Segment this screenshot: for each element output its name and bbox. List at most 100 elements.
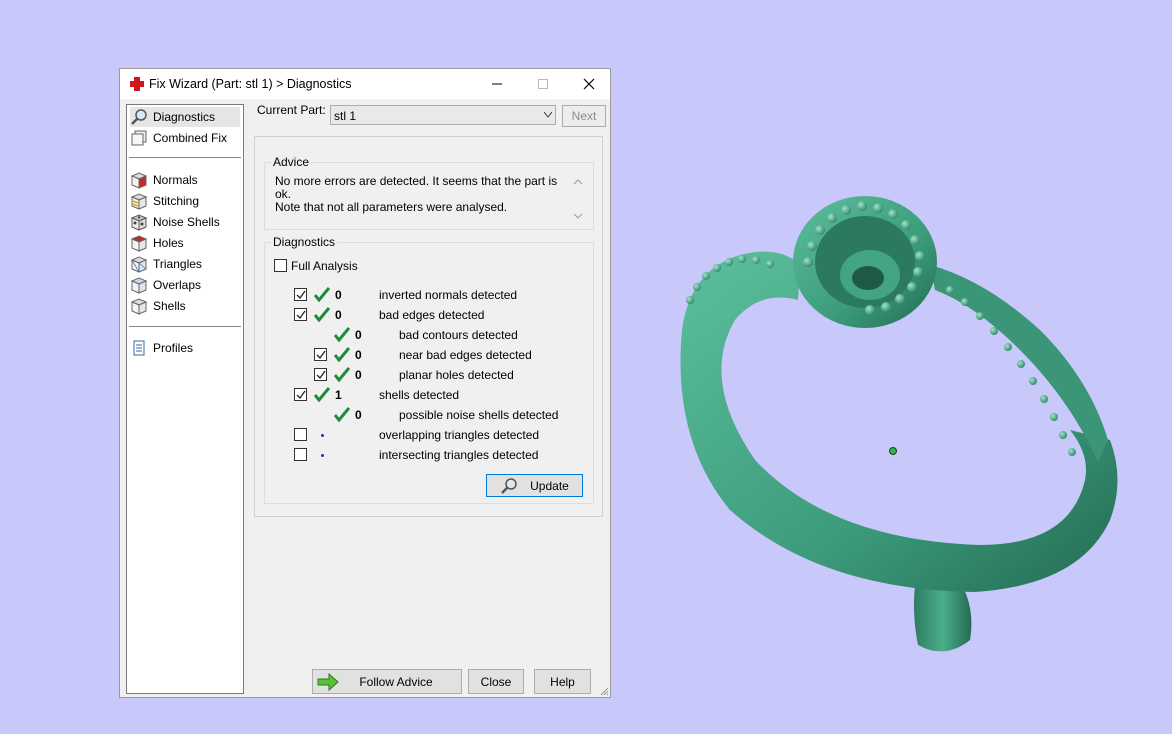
- maximize-icon: [538, 79, 548, 89]
- maximize-button[interactable]: [520, 69, 566, 99]
- window-title: Fix Wizard (Part: stl 1) > Diagnostics: [149, 77, 352, 91]
- count-value: 0: [355, 408, 362, 422]
- diagnostic-label: inverted normals detected: [379, 288, 518, 302]
- count-value: 0: [335, 308, 342, 322]
- profiles-document-icon: [133, 340, 145, 356]
- current-part-value: stl 1: [334, 109, 357, 123]
- row-checkbox[interactable]: [294, 448, 307, 461]
- close-window-button[interactable]: [566, 69, 612, 99]
- sidebar-item-label: Overlaps: [153, 278, 202, 292]
- diagnostics-title: Diagnostics: [271, 235, 338, 249]
- diagnostic-label: intersecting triangles detected: [379, 448, 539, 462]
- advice-group: Advice No more errors are detected. It s…: [264, 155, 594, 230]
- minimize-button[interactable]: [474, 69, 520, 99]
- row-checkbox[interactable]: [294, 388, 307, 401]
- checkmark-icon: [316, 350, 326, 359]
- chevron-down-icon: [544, 112, 552, 118]
- follow-advice-label: Follow Advice: [359, 674, 433, 689]
- stitching-cube-icon: [130, 193, 148, 210]
- diagnostics-panel: Advice No more errors are detected. It s…: [254, 136, 603, 517]
- green-check-icon: [334, 327, 350, 342]
- advice-scrollbar[interactable]: [571, 175, 585, 223]
- overlaps-cube-icon: [130, 277, 148, 294]
- magnifier-icon: [131, 109, 147, 125]
- shells-cube-icon: [130, 298, 148, 315]
- full-analysis-checkbox[interactable]: [274, 259, 287, 272]
- sidebar-item-shells[interactable]: Shells: [130, 296, 186, 316]
- diagnostic-label: bad edges detected: [379, 308, 485, 322]
- resize-grip-icon[interactable]: [599, 686, 609, 696]
- green-check-icon: [314, 387, 330, 402]
- sidebar-item-triangles[interactable]: Triangles: [130, 254, 202, 274]
- sidebar-item-label: Noise Shells: [153, 215, 220, 229]
- count-value: 1: [335, 388, 342, 402]
- sidebar-item-label: Stitching: [153, 194, 200, 208]
- magnifier-icon: [501, 477, 517, 494]
- row-checkbox[interactable]: [314, 348, 327, 361]
- row-checkbox[interactable]: [294, 428, 307, 441]
- sidebar-item-label: Normals: [153, 173, 198, 187]
- pending-dot-icon: [321, 434, 324, 437]
- row-checkbox[interactable]: [294, 288, 307, 301]
- sidebar-item-label: Diagnostics: [153, 110, 216, 124]
- sidebar-separator: [129, 157, 241, 158]
- sidebar-separator: [129, 326, 241, 327]
- combined-fix-icon: [131, 130, 147, 146]
- full-analysis-label: Full Analysis: [291, 259, 358, 273]
- diagnostic-label: planar holes detected: [399, 368, 514, 382]
- 3d-viewport[interactable]: [612, 0, 1172, 734]
- green-check-icon: [334, 367, 350, 382]
- update-button-label: Update: [530, 478, 569, 493]
- noise-shells-icon: [130, 214, 148, 231]
- sidebar-item-stitching[interactable]: Stitching: [130, 191, 199, 211]
- green-check-icon: [314, 307, 330, 322]
- row-checkbox[interactable]: [314, 368, 327, 381]
- sidebar-item-normals[interactable]: Normals: [130, 170, 198, 190]
- diagnostic-label: bad contours detected: [399, 328, 518, 342]
- row-checkbox[interactable]: [294, 308, 307, 321]
- update-button[interactable]: Update: [486, 474, 583, 497]
- count-value: 0: [355, 368, 362, 382]
- holes-cube-icon: [130, 235, 148, 252]
- advice-text: No more errors are detected. It seems th…: [275, 174, 558, 214]
- minimize-icon: [492, 83, 502, 85]
- count-value: 0: [355, 328, 362, 342]
- checkmark-icon: [316, 370, 326, 379]
- sidebar-item-label: Shells: [153, 299, 186, 313]
- checkmark-icon: [296, 310, 306, 319]
- diagnostic-label: overlapping triangles detected: [379, 428, 540, 442]
- red-cross-icon: [130, 77, 144, 91]
- diagnostics-group: Diagnostics Full Analysis 0 inverted nor…: [264, 235, 594, 504]
- count-value: 0: [335, 288, 342, 302]
- sidebar-item-label: Profiles: [153, 341, 194, 355]
- sidebar-item-overlaps[interactable]: Overlaps: [130, 275, 201, 295]
- count-value: 0: [355, 348, 362, 362]
- next-button[interactable]: Next: [562, 105, 606, 127]
- sidebar-item-label: Combined Fix: [153, 131, 228, 145]
- current-part-dropdown[interactable]: stl 1: [330, 105, 556, 125]
- diagnostic-label: near bad edges detected: [399, 348, 532, 362]
- green-check-icon: [334, 347, 350, 362]
- sidebar-item-diagnostics[interactable]: Diagnostics: [130, 107, 240, 127]
- title-bar[interactable]: Fix Wizard (Part: stl 1) > Diagnostics: [120, 69, 610, 99]
- sidebar-item-combined-fix[interactable]: Combined Fix: [130, 128, 227, 148]
- checkmark-icon: [296, 290, 306, 299]
- follow-advice-button[interactable]: Follow Advice: [312, 669, 462, 694]
- close-icon: [583, 78, 595, 90]
- sidebar-item-label: Holes: [153, 236, 184, 250]
- close-button[interactable]: Close: [468, 669, 524, 694]
- sidebar-item-holes[interactable]: Holes: [130, 233, 184, 253]
- green-check-icon: [334, 407, 350, 422]
- sidebar-item-noise-shells[interactable]: Noise Shells: [130, 212, 220, 232]
- checkmark-icon: [296, 390, 306, 399]
- sidebar-item-profiles[interactable]: Profiles: [130, 338, 193, 358]
- advice-title: Advice: [271, 155, 312, 169]
- diagnostic-label: possible noise shells detected: [399, 408, 559, 422]
- help-button[interactable]: Help: [534, 669, 591, 694]
- arrow-right-icon: [317, 673, 339, 691]
- diagnostic-label: shells detected: [379, 388, 460, 402]
- sidebar-item-label: Triangles: [153, 257, 202, 271]
- fix-wizard-window: Fix Wizard (Part: stl 1) > Diagnostics D…: [119, 68, 611, 698]
- ring-model: [680, 196, 1118, 652]
- pending-dot-icon: [321, 454, 324, 457]
